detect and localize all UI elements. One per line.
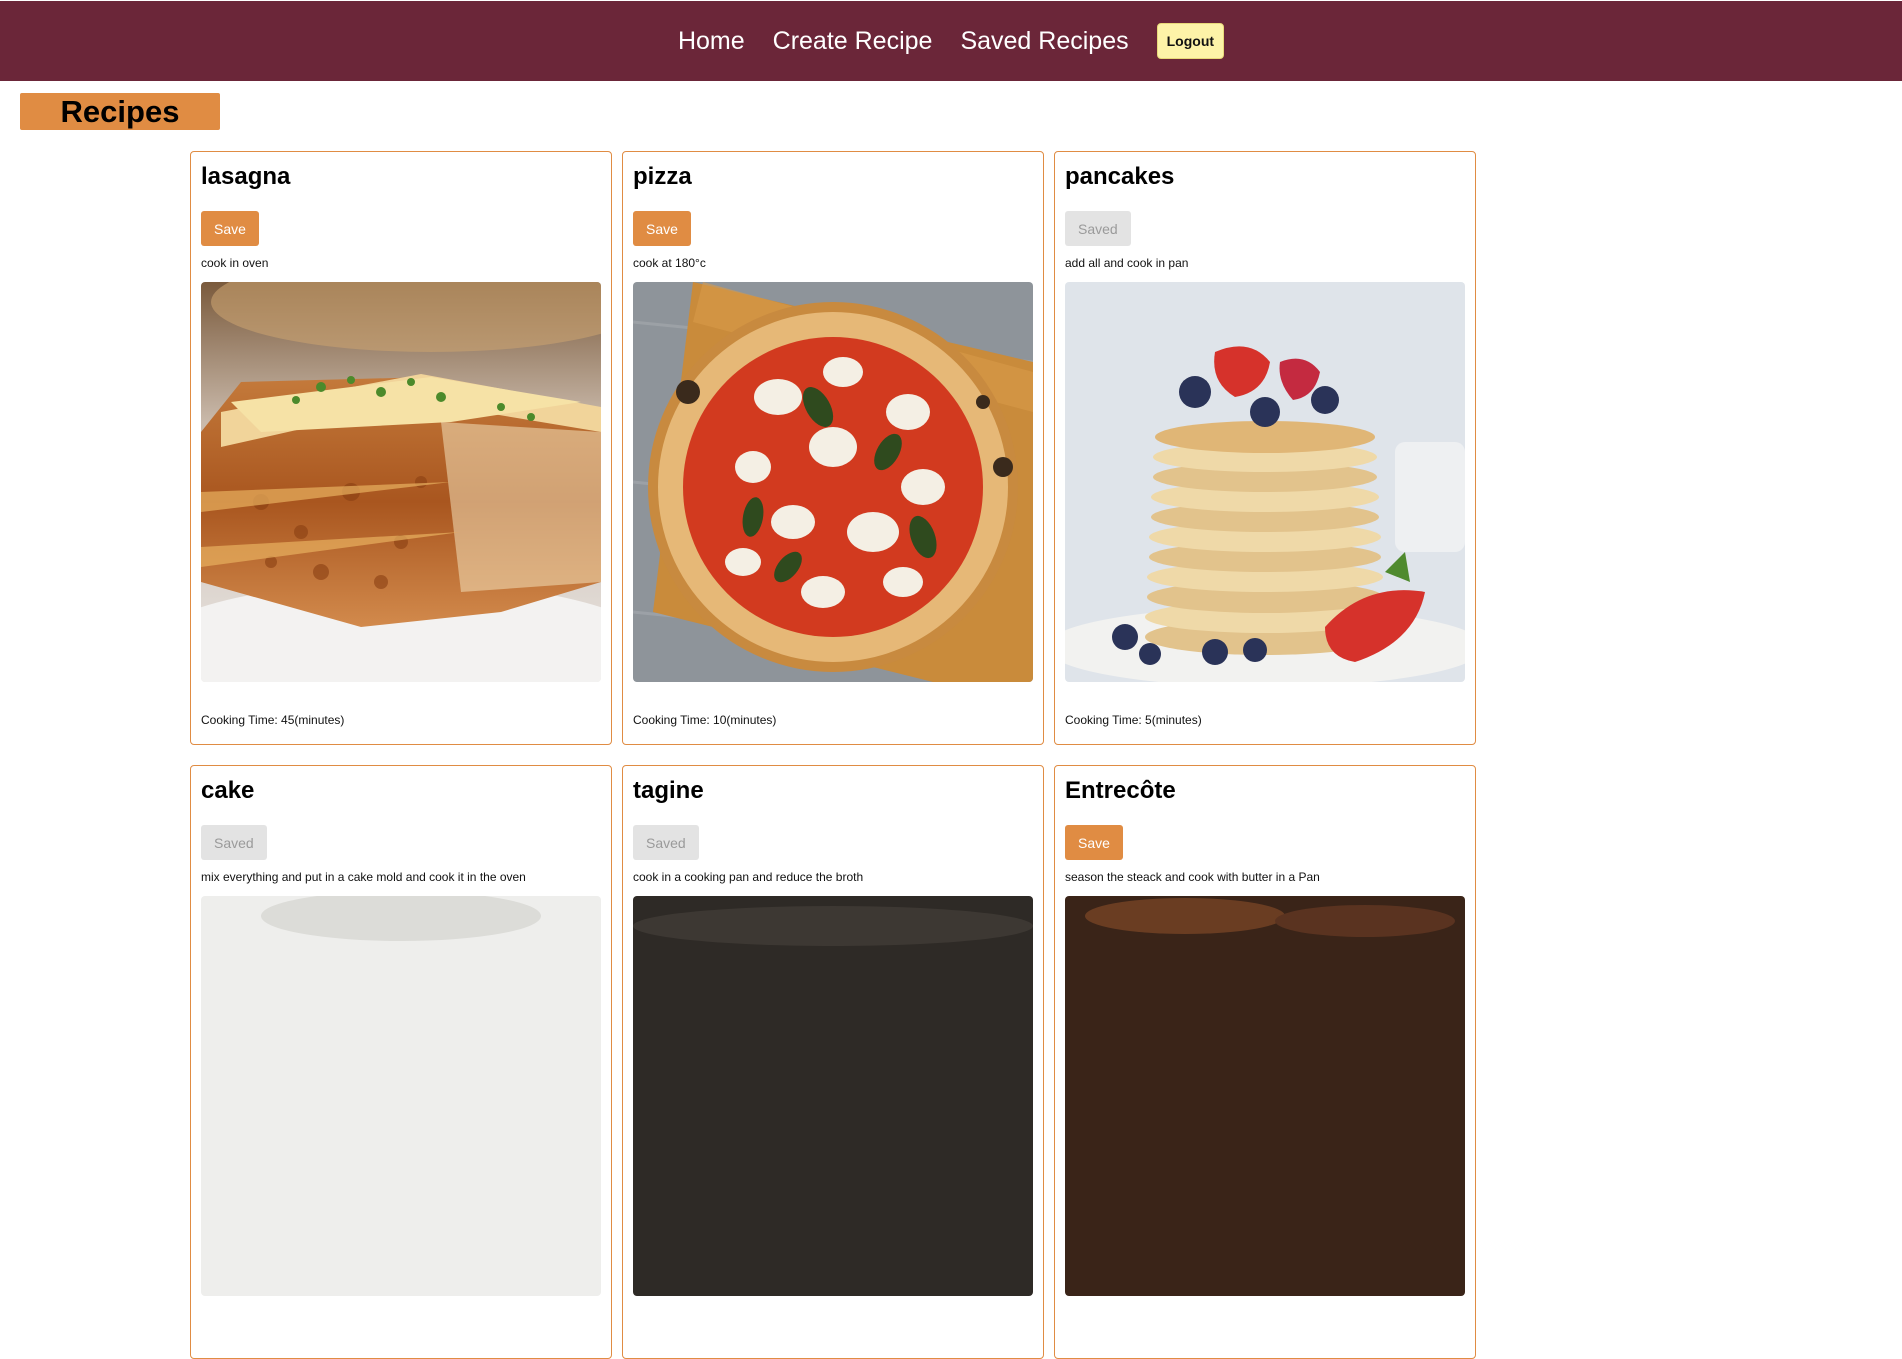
recipe-image [201,896,601,1296]
recipe-image [633,896,1033,1296]
recipe-card: pizza Save cook at 180°c Cooking Time: 1… [622,151,1044,745]
save-recipe-button[interactable]: Save [633,211,691,246]
recipe-card: lasagna Save cook in oven Cooking Time: … [190,151,612,745]
saved-recipe-button[interactable]: Saved [633,825,699,860]
recipe-title: pancakes [1065,163,1175,190]
cooking-time-value: 45(minutes) [281,713,345,727]
cooking-time: Cooking Time: 45(minutes) [201,713,344,727]
recipe-card: pancakes Saved add all and cook in pan C… [1054,151,1476,745]
recipe-instructions: cook in a cooking pan and reduce the bro… [633,870,864,884]
navbar: Home Create Recipe Saved Recipes Logout [0,1,1902,81]
recipe-card: Entrecôte Save season the steack and coo… [1054,765,1476,1359]
recipe-title: Entrecôte [1065,777,1176,804]
recipe-instructions: season the steack and cook with butter i… [1065,870,1320,884]
cooking-time: Cooking Time: 5(minutes) [1065,713,1202,727]
page-title: Recipes [20,93,220,130]
recipe-instructions: add all and cook in pan [1065,256,1189,270]
cooking-time-label: Cooking Time: [1065,713,1146,727]
pizza-photo [633,282,1033,682]
recipe-image [201,282,601,682]
entrecote-photo [1065,896,1465,1296]
save-recipe-button[interactable]: Save [1065,825,1123,860]
nav-create-recipe-link[interactable]: Create Recipe [773,27,933,56]
tagine-photo [633,896,1033,1296]
recipe-image [633,282,1033,682]
cooking-time-value: 5(minutes) [1145,713,1202,727]
cake-photo [201,896,601,1296]
recipe-title: tagine [633,777,704,804]
recipe-title: cake [201,777,255,804]
pancakes-photo [1065,282,1465,682]
recipe-image [1065,896,1465,1296]
recipe-instructions: mix everything and put in a cake mold an… [201,870,526,884]
logout-button[interactable]: Logout [1156,23,1225,59]
recipe-title: lasagna [201,163,291,190]
recipe-card: cake Saved mix everything and put in a c… [190,765,612,1359]
cooking-time-value: 10(minutes) [713,713,777,727]
recipe-instructions: cook at 180°c [633,256,706,270]
cooking-time-label: Cooking Time: [201,713,282,727]
save-recipe-button[interactable]: Save [201,211,259,246]
saved-recipe-button[interactable]: Saved [1065,211,1131,246]
nav-saved-recipes-link[interactable]: Saved Recipes [960,27,1128,56]
lasagna-photo [201,282,601,682]
recipe-title: pizza [633,163,692,190]
nav-home-link[interactable]: Home [678,27,745,56]
recipe-card: tagine Saved cook in a cooking pan and r… [622,765,1044,1359]
recipe-grid: lasagna Save cook in oven Cooking Time: … [190,151,1476,1359]
recipe-image [1065,282,1465,682]
recipe-instructions: cook in oven [201,256,269,270]
cooking-time-label: Cooking Time: [633,713,714,727]
saved-recipe-button[interactable]: Saved [201,825,267,860]
cooking-time: Cooking Time: 10(minutes) [633,713,776,727]
